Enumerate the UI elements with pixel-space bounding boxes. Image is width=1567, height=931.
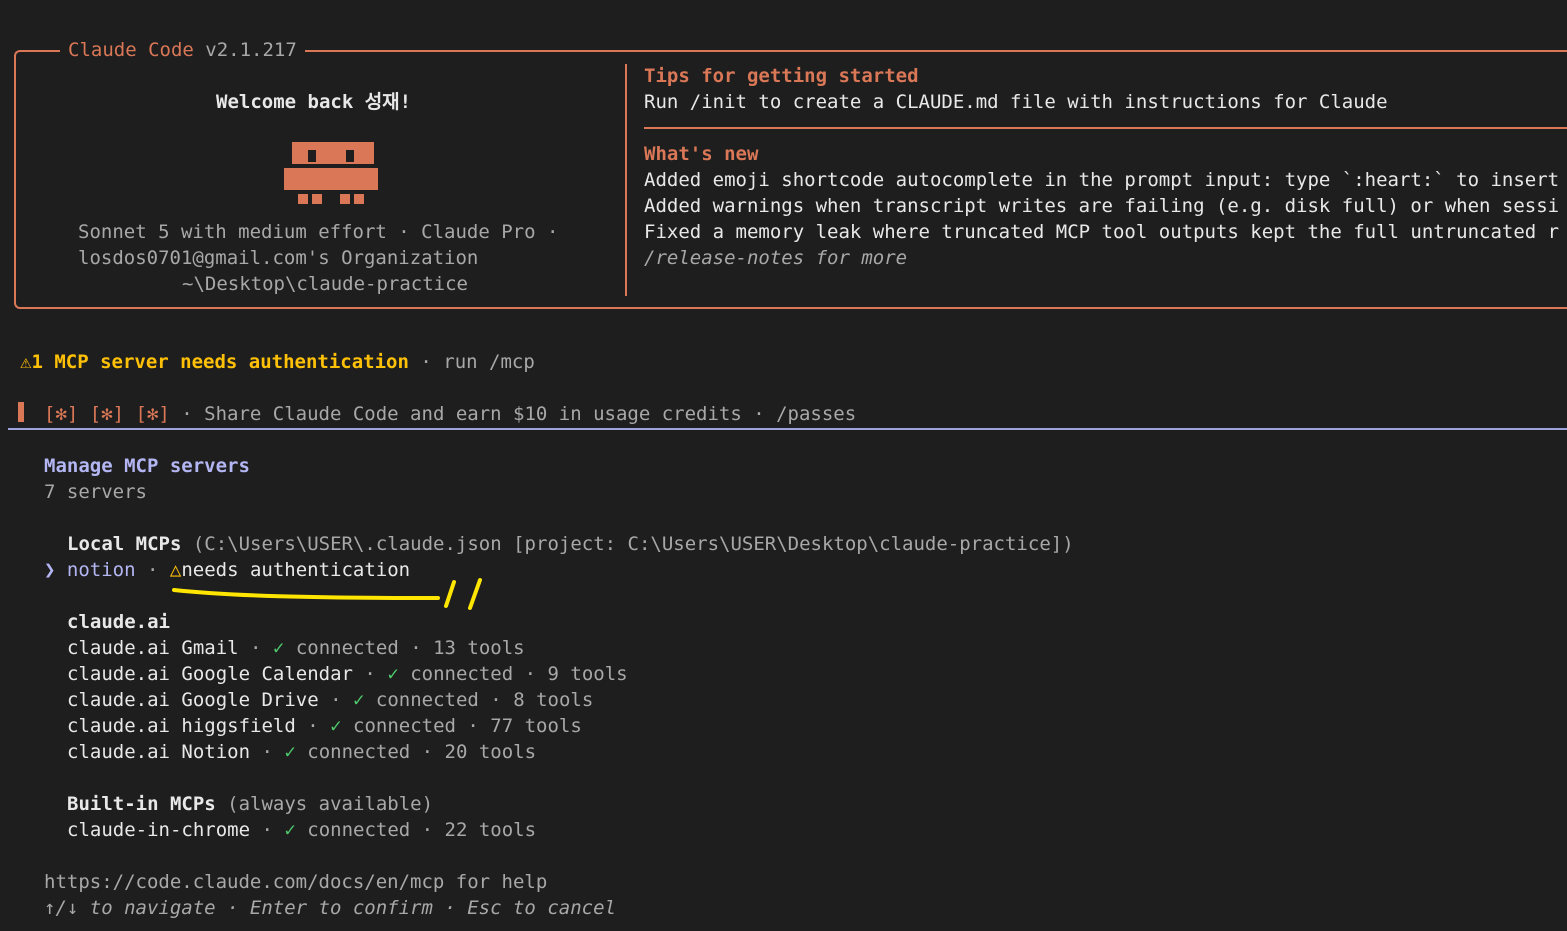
check-icon: ✓: [330, 715, 342, 737]
check-icon: ✓: [353, 689, 365, 711]
working-directory: ~\Desktop\claude-practice: [182, 273, 468, 295]
server-status: connected: [353, 715, 456, 737]
whats-new-heading: What's new: [644, 143, 759, 165]
tips-divider: [644, 127, 1567, 129]
local-config-path: (C:\Users\USER\.claude.json [project: C:…: [181, 533, 1074, 555]
check-icon: ✓: [272, 637, 285, 659]
server-name: claude.ai Google Calendar: [67, 663, 353, 685]
panel-title: Claude Code v2.1.217: [60, 37, 305, 63]
server-row[interactable]: claude.ai Google Drive · ✓ connected · 8…: [67, 687, 593, 713]
claude-ai-heading: claude.ai: [67, 611, 170, 633]
server-name: claude.ai Google Drive: [67, 689, 319, 711]
help-link[interactable]: https://code.claude.com/docs/en/mcp for …: [44, 869, 547, 895]
server-status: connected: [295, 637, 399, 659]
server-name: claude.ai Notion: [67, 741, 251, 763]
warning-icon: ⚠: [20, 351, 32, 373]
check-icon: ✓: [284, 741, 296, 763]
tool-count: 8 tools: [513, 689, 594, 711]
server-row[interactable]: claude.ai Gmail · ✓ connected · 13 tools: [67, 635, 525, 661]
tool-count: 20 tools: [444, 741, 537, 763]
alert-hint: · run /mcp: [408, 351, 535, 373]
check-icon: ✓: [387, 663, 399, 685]
server-row[interactable]: claude.ai Google Calendar · ✓ connected …: [67, 661, 628, 687]
app-name: Claude Code: [68, 39, 194, 61]
server-name: claude-in-chrome: [67, 819, 251, 841]
server-status: connected: [375, 689, 479, 711]
promo-bar: [18, 402, 24, 422]
alert-text: 1 MCP server needs authentication: [31, 351, 409, 373]
server-name: notion: [66, 559, 136, 581]
model-info: Sonnet 5 with medium effort · Claude Pro…: [78, 221, 559, 243]
server-name: claude.ai higgsfield: [67, 715, 296, 737]
welcome-message: Welcome back 성재!: [216, 91, 412, 113]
selection-caret-icon: ❯: [44, 559, 56, 581]
server-status: connected: [307, 741, 411, 763]
server-status: connected: [410, 663, 514, 685]
server-name: claude.ai Gmail: [67, 637, 239, 659]
server-row[interactable]: claude.ai higgsfield · ✓ connected · 77 …: [67, 713, 582, 739]
tips-heading: Tips for getting started: [644, 65, 919, 87]
tool-count: 13 tools: [433, 637, 525, 659]
app-version: v2.1.217: [205, 39, 297, 61]
keyboard-hints: ↑/↓ to navigate · Enter to confirm · Esc…: [44, 897, 616, 919]
server-status: connected: [307, 819, 411, 841]
org-info: losdos0701@gmail.com's Organization: [78, 247, 479, 269]
annotation-underline: [172, 578, 482, 610]
builtin-mcps-heading: Built-in MCPs (always available): [67, 793, 434, 815]
news-item: Fixed a memory leak where truncated MCP …: [644, 221, 1560, 243]
tool-count: 9 tools: [547, 663, 628, 685]
panel-divider: [625, 64, 627, 296]
tips-text: Run /init to create a CLAUDE.md file wit…: [644, 91, 1388, 113]
local-mcps-heading: Local MCPs (C:\Users\USER\.claude.json […: [67, 533, 1074, 555]
tool-count: 22 tools: [444, 819, 537, 841]
tool-count: 77 tools: [490, 715, 582, 737]
spark-badges-icon: [✻] [✻] [✻]: [44, 403, 170, 425]
news-item: Added emoji shortcode autocomplete in th…: [644, 169, 1560, 191]
server-row[interactable]: claude-in-chrome · ✓ connected · 22 tool…: [67, 817, 536, 843]
auth-alert: ⚠1 MCP server needs authentication · run…: [20, 349, 535, 375]
mcp-title: Manage MCP servers: [44, 455, 250, 477]
promo-line: [✻] [✻] [✻] · Share Claude Code and earn…: [44, 401, 856, 427]
builtin-note: (always available): [215, 793, 434, 815]
release-notes-link[interactable]: /release-notes for more: [644, 245, 907, 271]
server-row[interactable]: claude.ai Notion · ✓ connected · 20 tool…: [67, 739, 536, 765]
server-count: 7 servers: [44, 481, 147, 503]
input-separator: [8, 428, 1567, 430]
promo-text: · Share Claude Code and earn $10 in usag…: [169, 403, 857, 425]
news-item: Added warnings when transcript writes ar…: [644, 195, 1560, 217]
check-icon: ✓: [284, 819, 296, 841]
